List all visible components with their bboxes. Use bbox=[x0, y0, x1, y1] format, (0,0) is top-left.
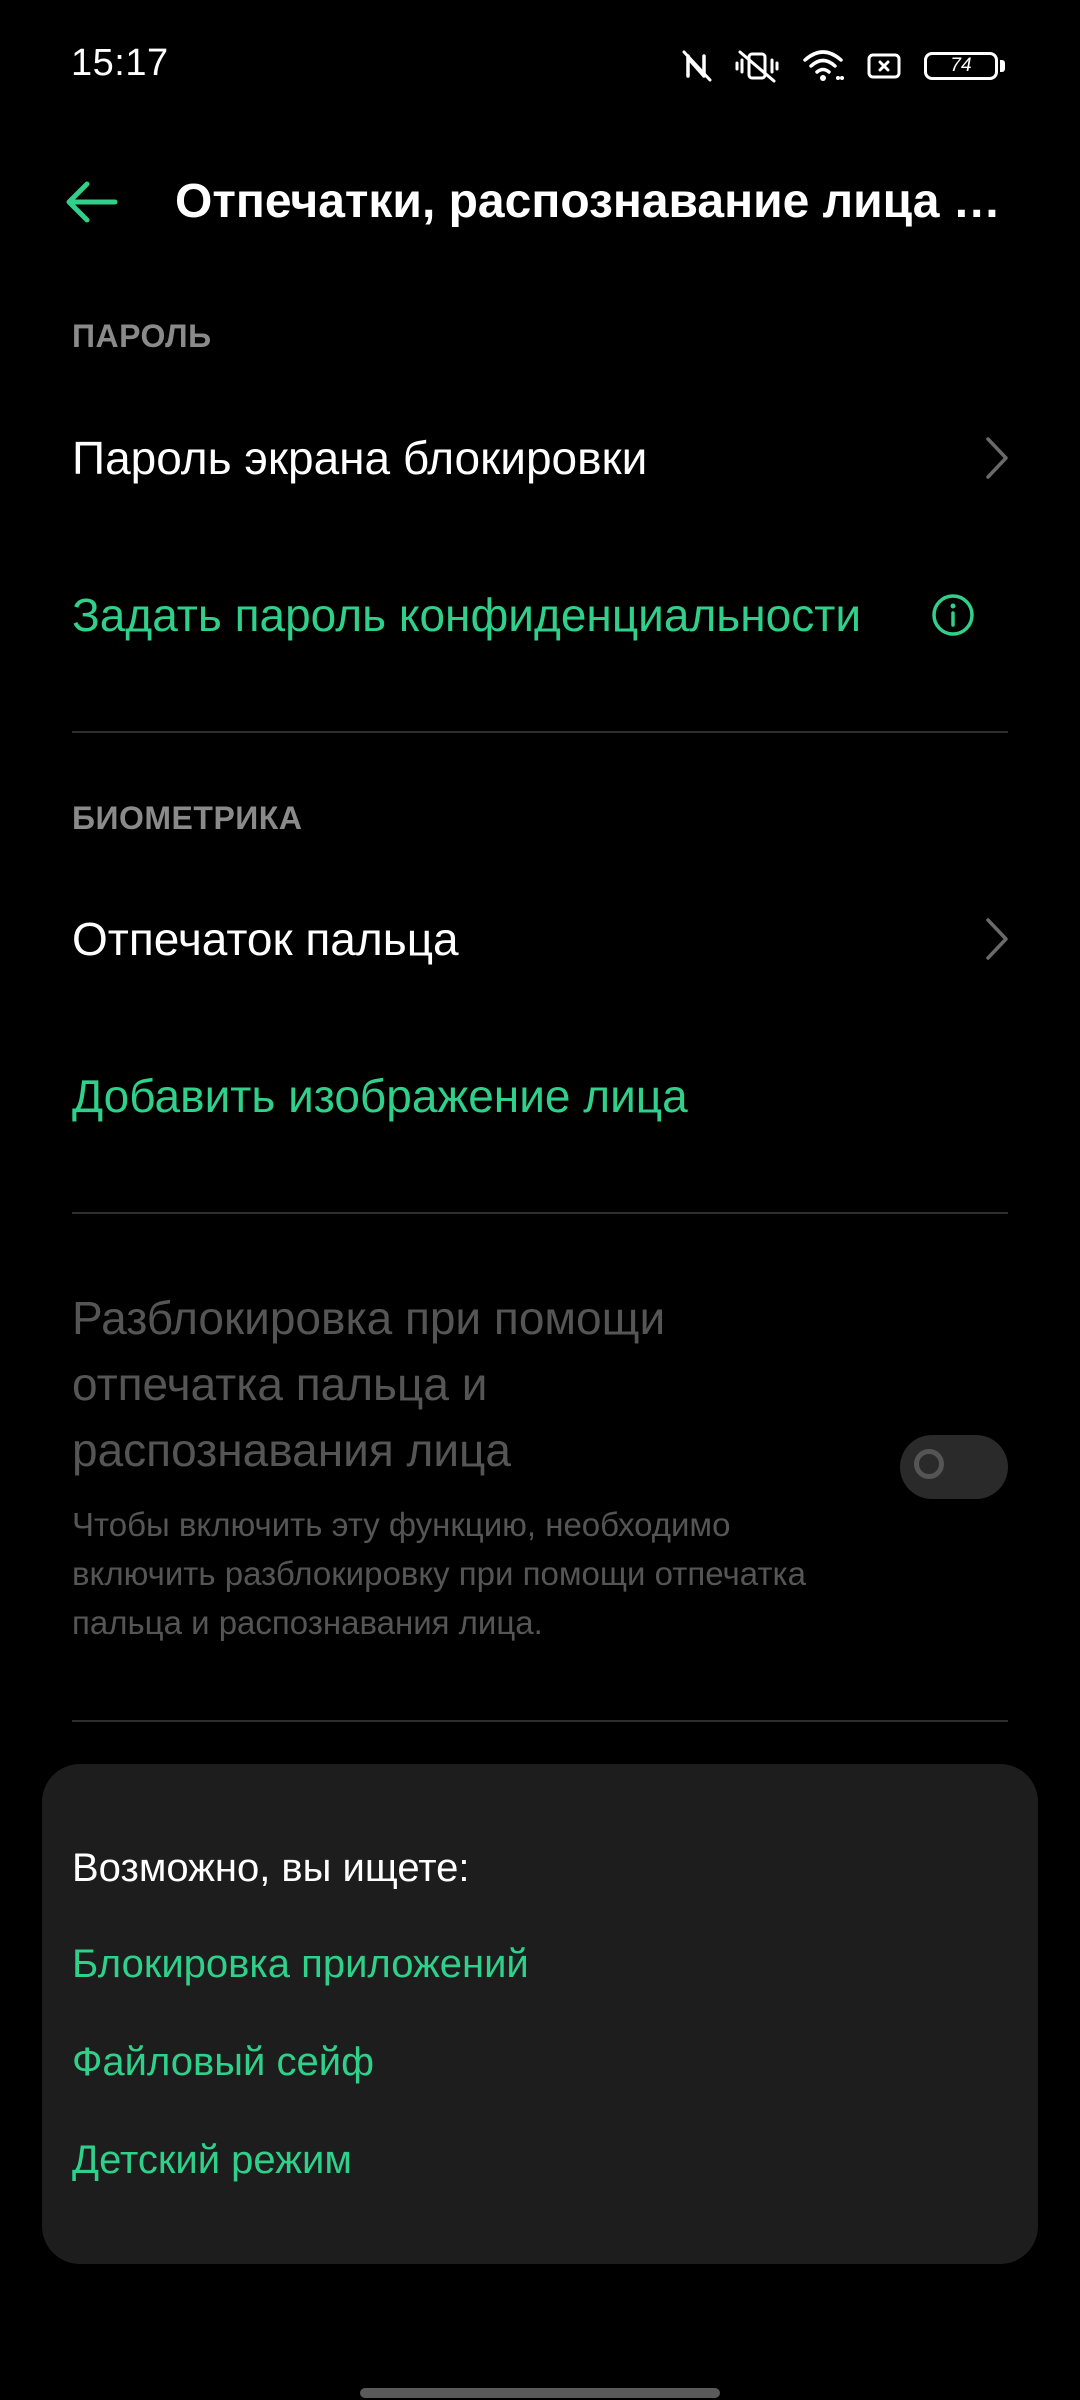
nfc-off-icon bbox=[682, 48, 712, 84]
suggestions-card: Возможно, вы ищете: Блокировка приложени… bbox=[42, 1764, 1038, 2264]
app-bar: Отпечатки, распознавание лица и... bbox=[0, 150, 1080, 254]
fingerprint-label: Отпечаток пальца bbox=[72, 913, 459, 965]
wifi-icon bbox=[802, 48, 844, 84]
back-arrow-icon bbox=[66, 181, 118, 223]
screen-cast-icon bbox=[866, 50, 902, 82]
add-face-label: Добавить изображение лица bbox=[72, 1070, 688, 1122]
battery-level: 74 bbox=[924, 52, 998, 80]
combined-unlock-description: Чтобы включить эту функцию, необходимо в… bbox=[72, 1506, 806, 1641]
status-bar: 15:17 74 bbox=[0, 0, 1080, 130]
add-face-item[interactable]: Добавить изображение лица bbox=[0, 1026, 1080, 1166]
section-header-biometrics: БИОМЕТРИКА bbox=[72, 800, 303, 836]
home-indicator[interactable] bbox=[360, 2388, 720, 2398]
lock-screen-password-label: Пароль экрана блокировки bbox=[72, 432, 648, 484]
battery-icon: 74 bbox=[924, 49, 1010, 83]
back-button[interactable] bbox=[56, 172, 126, 232]
divider bbox=[72, 731, 1008, 733]
divider bbox=[72, 1720, 1008, 1722]
privacy-password-label: Задать пароль конфиденциальности bbox=[72, 589, 862, 641]
privacy-password-item[interactable]: Задать пароль конфиденциальности bbox=[0, 545, 1080, 685]
suggestions-title: Возможно, вы ищете: bbox=[72, 1846, 470, 1890]
suggestion-kids-mode[interactable]: Детский режим bbox=[72, 2138, 352, 2183]
combined-unlock-item: Разблокировка при помощи отпечатка пальц… bbox=[0, 1285, 1080, 1665]
chevron-right-icon bbox=[986, 918, 1008, 960]
divider bbox=[72, 1212, 1008, 1214]
fingerprint-item[interactable]: Отпечаток пальца bbox=[0, 869, 1080, 1009]
lock-screen-password-item[interactable]: Пароль экрана блокировки bbox=[0, 388, 1080, 528]
suggestion-app-lock[interactable]: Блокировка приложений bbox=[72, 1942, 529, 1987]
toggle-knob bbox=[914, 1449, 944, 1479]
combined-unlock-title: Разблокировка при помощи отпечатка пальц… bbox=[72, 1292, 666, 1476]
status-icons: 74 bbox=[682, 44, 1010, 88]
chevron-right-icon bbox=[986, 437, 1008, 479]
status-time: 15:17 bbox=[71, 42, 169, 84]
section-header-password: ПАРОЛЬ bbox=[72, 318, 212, 354]
info-icon[interactable] bbox=[930, 592, 976, 638]
vibrate-mute-icon bbox=[734, 48, 780, 84]
suggestion-file-safe[interactable]: Файловый сейф bbox=[72, 2040, 374, 2085]
page-title: Отпечатки, распознавание лица и... bbox=[175, 175, 1005, 228]
combined-unlock-toggle[interactable] bbox=[900, 1435, 1008, 1499]
